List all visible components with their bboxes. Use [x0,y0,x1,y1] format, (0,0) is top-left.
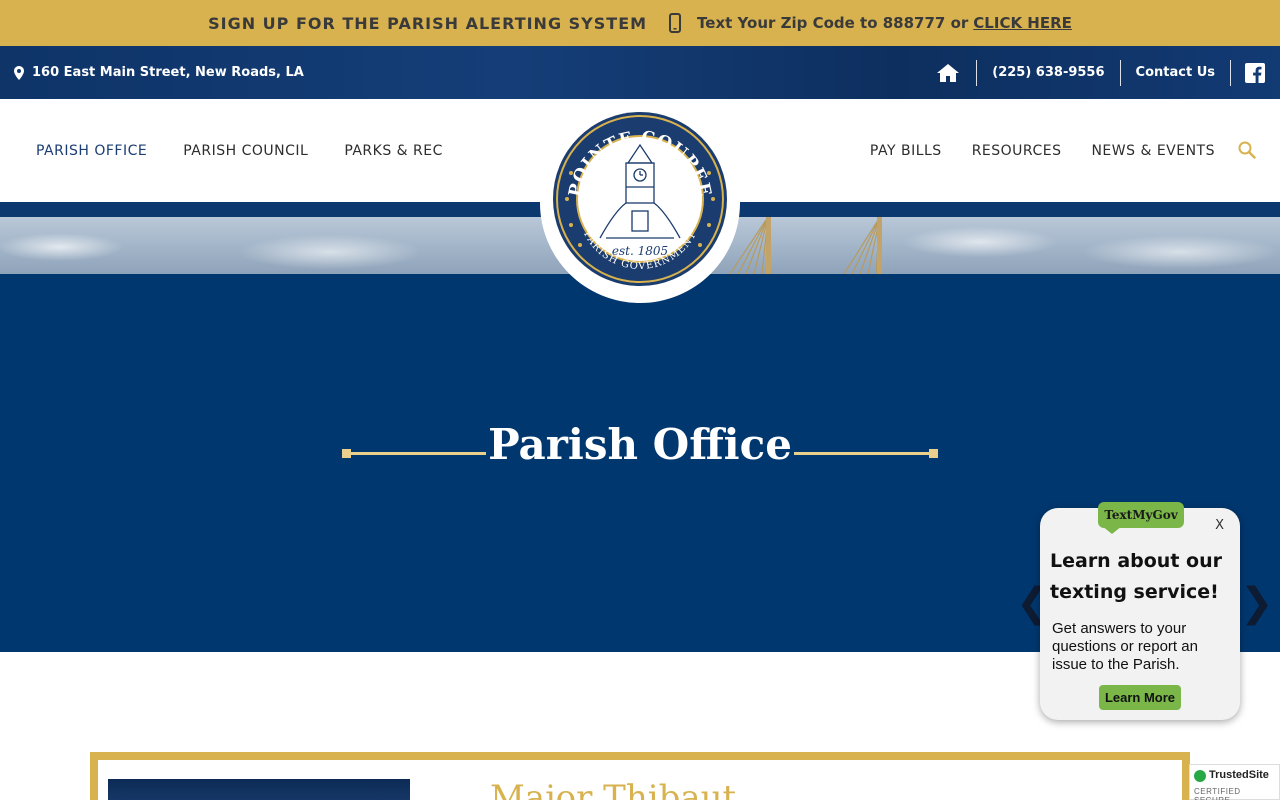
title-line-cap-right [929,449,938,458]
facebook-link[interactable] [1231,62,1280,83]
divider [976,59,978,86]
nav-right: PAY BILLS RESOURCES NEWS & EVENTS [840,99,1215,202]
phone-link[interactable]: (225) 638-9556 [977,65,1119,80]
trustedsite-badge[interactable]: TrustedSite CERTIFIED SECURE [1189,764,1280,800]
home-icon [937,63,960,82]
alert-text: Text Your Zip Code to 888777 or [697,14,969,32]
trustedsite-title: TrustedSite [1209,769,1269,781]
trustedsite-subtitle: CERTIFIED SECURE [1194,787,1241,800]
nav-item-parks-rec[interactable]: PARKS & REC [344,143,443,159]
alert-bar: SIGN UP FOR THE PARISH ALERTING SYSTEM T… [0,0,1280,46]
contact-us-link[interactable]: Contact Us [1121,65,1230,80]
speech-bubble-tail [1102,526,1122,534]
nav-item-parish-office[interactable]: PARISH OFFICE [36,143,147,159]
widget-body-text: Get answers to your questions or report … [1052,620,1198,673]
home-link[interactable] [920,63,976,83]
nav-item-parish-council[interactable]: PARISH COUNCIL [183,143,308,159]
widget-heading: Learn about our texting service! [1050,550,1222,603]
mobile-phone-icon [669,13,682,33]
facebook-icon [1245,62,1265,83]
search-icon[interactable] [1238,141,1256,159]
textmygov-badge: TextMyGov [1098,502,1184,528]
check-icon [1194,770,1206,782]
nav-item-pay-bills[interactable]: PAY BILLS [870,143,942,159]
address-text: 160 East Main Street, New Roads, LA [32,65,304,80]
learn-more-button[interactable]: Learn More [1099,685,1181,710]
slider-next-arrow[interactable]: ❯ [1240,580,1274,626]
alert-title: SIGN UP FOR THE PARISH ALERTING SYSTEM [208,13,648,33]
page-title: Parish Office [488,420,792,469]
address: 160 East Main Street, New Roads, LA [14,65,304,80]
title-line-right [794,452,934,455]
map-pin-icon [14,65,24,80]
parish-seal-logo: POINTE COUPEE PARISH GOVERNMENT est. 180… [553,112,727,286]
nav-item-news-events[interactable]: NEWS & EVENTS [1091,143,1215,159]
nav-item-resources[interactable]: RESOURCES [972,143,1062,159]
parish-logo[interactable]: POINTE COUPEE PARISH GOVERNMENT est. 180… [540,103,740,303]
nav-left: PARISH OFFICE PARISH COUNCIL PARKS & REC [36,99,479,202]
logo-est-text: est. 1805 [612,244,668,258]
info-bar-links: (225) 638-9556 Contact Us [920,46,1280,99]
official-photo [108,779,410,800]
widget-close-button[interactable]: X [1215,518,1224,533]
divider [1230,59,1231,86]
info-bar: 160 East Main Street, New Roads, LA (225… [0,46,1280,99]
bridge-tower-image [843,217,882,274]
alert-signup-link[interactable]: CLICK HERE [973,14,1072,32]
official-name: Major Thibaut [490,778,737,800]
textmygov-widget: TextMyGov X Learn about our texting serv… [1040,502,1240,720]
divider [1119,59,1121,86]
